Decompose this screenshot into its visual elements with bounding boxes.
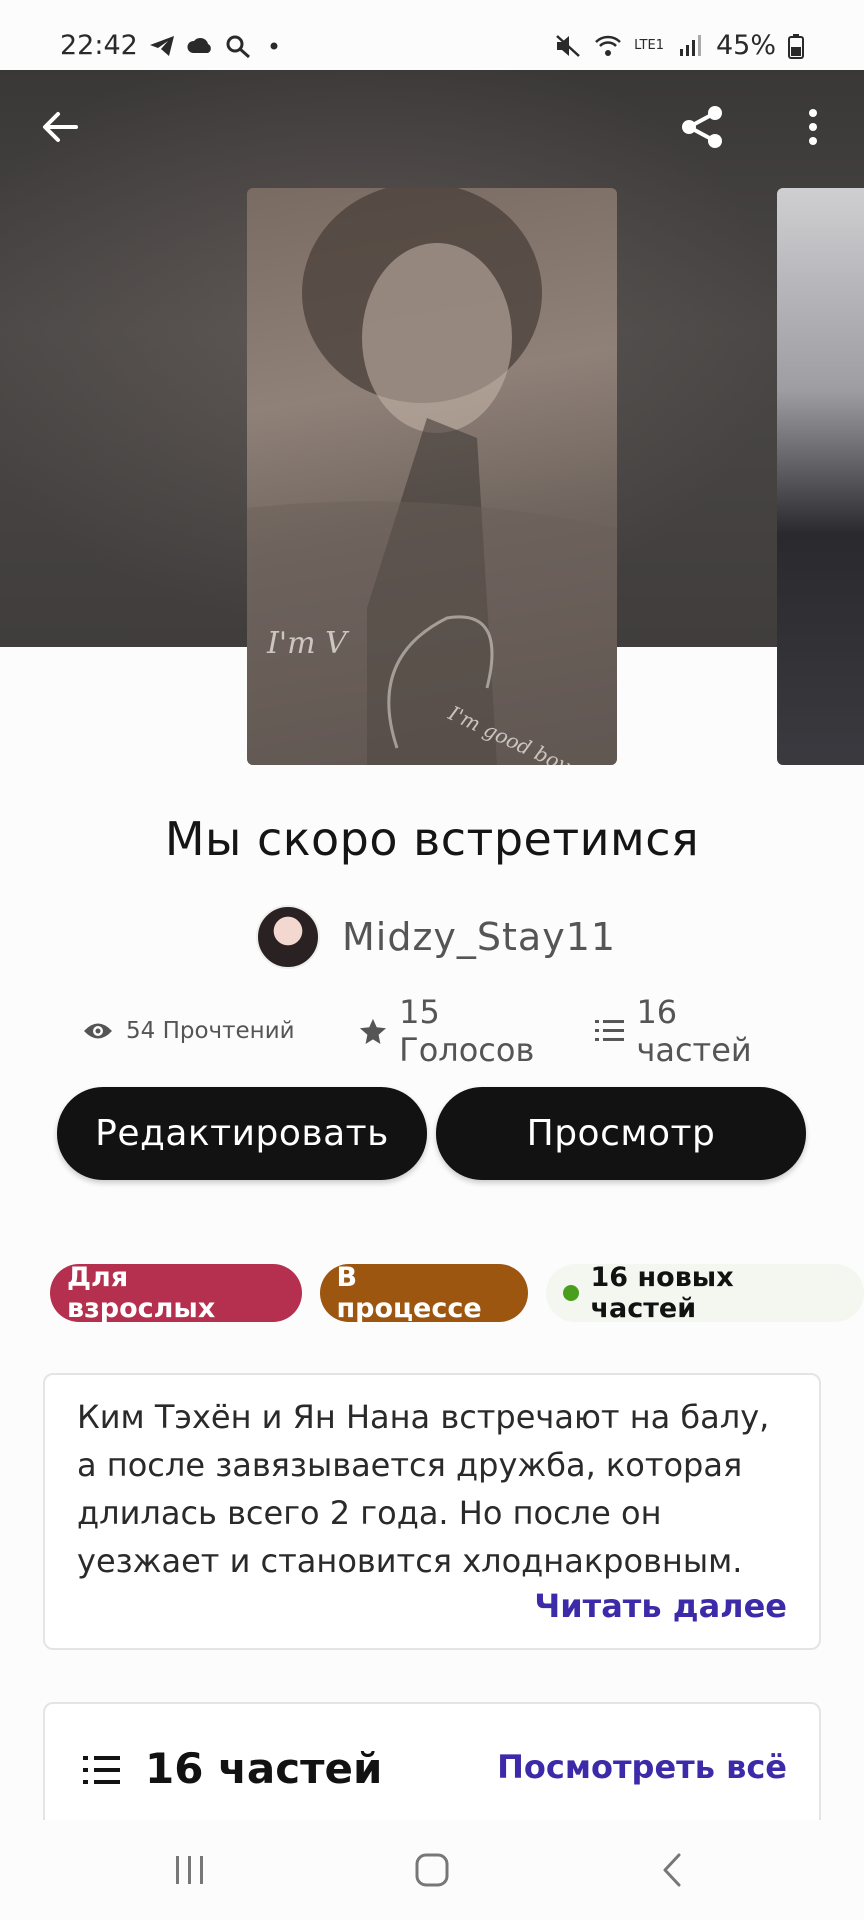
cloud-icon (187, 37, 211, 53)
parts-title: 16 частей (145, 1744, 383, 1793)
votes-stat: 15 Голосов (327, 993, 572, 1069)
edit-button[interactable]: Редактировать (57, 1087, 427, 1180)
recent-apps-icon (176, 1856, 203, 1884)
read-more-link[interactable]: Читать далее (534, 1587, 787, 1625)
description-card: Ким Тэхён и Ян Нана встречают на балу, а… (43, 1373, 821, 1650)
network-label: LTE1 (634, 37, 664, 53)
more-options-button[interactable] (789, 103, 837, 151)
status-bar: 22:42 LTE1 45% (0, 0, 864, 70)
story-title: Мы скоро встретимся (164, 812, 700, 866)
status-right: LTE1 45% (554, 30, 804, 61)
cover-text-1: I'm V (266, 626, 350, 661)
avatar[interactable] (256, 905, 320, 969)
see-all-link[interactable]: Посмотреть всё (497, 1748, 787, 1786)
home-icon (415, 1853, 449, 1887)
mature-tag: Для взрослых (50, 1262, 302, 1324)
share-button[interactable] (678, 103, 726, 151)
list-icon (594, 1020, 625, 1041)
author-row[interactable]: Midzy_Stay11 (256, 905, 616, 969)
new-parts-tag: 16 новых частей (545, 1262, 864, 1324)
back-nav-button[interactable] (650, 1848, 694, 1892)
search-icon (226, 35, 250, 58)
wifi-icon (595, 35, 621, 56)
status-time: 22:42 (60, 30, 138, 61)
parts-count: 16 частей (636, 993, 752, 1069)
new-indicator-dot (562, 1285, 579, 1301)
home-button[interactable] (410, 1848, 454, 1892)
next-story-cover[interactable] (777, 188, 864, 765)
parts-stat: 16 частей (573, 993, 802, 1069)
cover-artwork: I'm V I'm good boy (247, 188, 617, 765)
notification-dot-icon (270, 42, 278, 49)
chevron-left-icon (663, 1853, 681, 1887)
system-nav-bar (0, 1820, 864, 1920)
telegram-icon (149, 35, 174, 56)
battery-icon (788, 33, 804, 59)
status-left: 22:42 (60, 30, 290, 61)
reads-count: 54 Прочтений (126, 1018, 295, 1044)
list-icon (83, 1756, 120, 1784)
preview-button[interactable]: Просмотр (436, 1087, 806, 1180)
share-icon (682, 106, 722, 148)
arrow-left-icon (43, 112, 78, 142)
recent-apps-button[interactable] (168, 1848, 212, 1892)
more-vertical-icon (809, 109, 817, 145)
star-icon (360, 1018, 387, 1045)
signal-icon (679, 34, 701, 56)
votes-count: 15 Голосов (399, 993, 535, 1069)
story-tags: Для взрослых В процессе 16 новых частей (50, 1262, 864, 1324)
mute-icon (556, 34, 580, 57)
story-cover[interactable]: I'm V I'm good boy (247, 188, 617, 765)
parts-card: 16 частей Посмотреть всё (43, 1702, 821, 1832)
story-stats: 54 Прочтений 15 Голосов 16 частей (82, 993, 802, 1069)
back-button[interactable] (36, 103, 84, 151)
eye-icon (84, 1023, 112, 1039)
author-name[interactable]: Midzy_Stay11 (342, 915, 616, 959)
ongoing-tag: В процессе (319, 1262, 528, 1324)
description-text: Ким Тэхён и Ян Нана встречают на балу, а… (77, 1398, 770, 1580)
reads-stat: 54 Прочтений (82, 1018, 327, 1044)
new-parts-label: 16 новых частей (590, 1262, 734, 1324)
battery-percent: 45% (715, 30, 776, 61)
